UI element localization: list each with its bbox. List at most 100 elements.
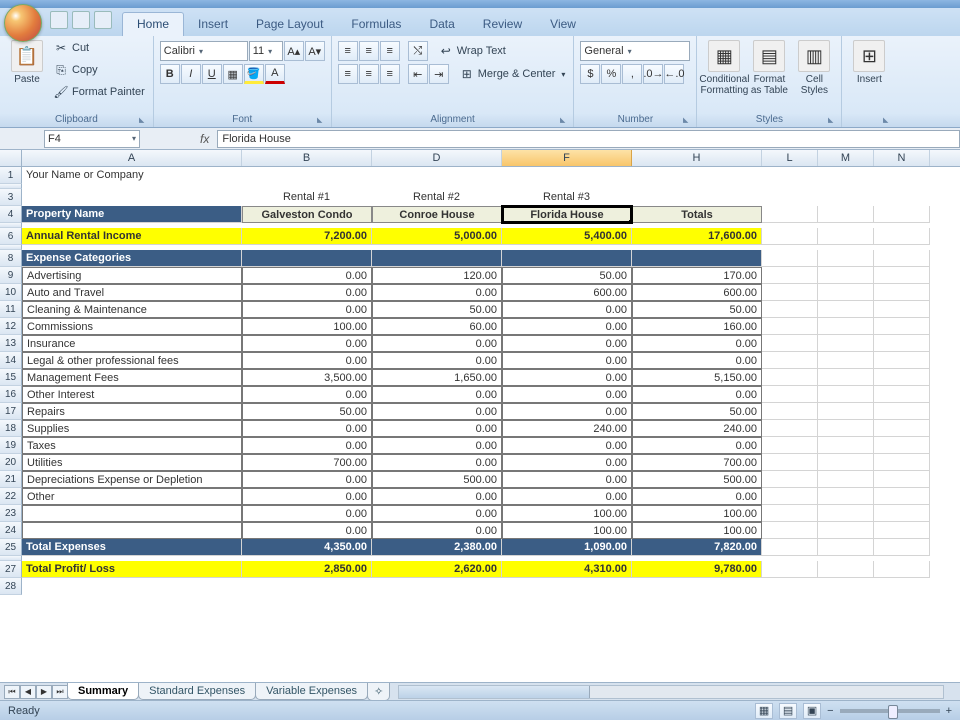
row-header[interactable]: 13 [0,335,22,352]
copy-button[interactable]: ⎘Copy [51,60,147,80]
cell[interactable]: 0.00 [242,284,372,301]
cell[interactable] [762,471,818,488]
cell[interactable]: 4,310.00 [502,561,632,578]
cell[interactable]: 5,400.00 [502,228,632,245]
property-name-header[interactable]: Property Name [22,206,242,223]
sheet-tab-summary[interactable]: Summary [67,683,139,700]
row-header[interactable]: 16 [0,386,22,403]
row-header[interactable]: 17 [0,403,22,420]
cell[interactable]: 17,600.00 [632,228,762,245]
align-center-button[interactable]: ≡ [359,64,379,84]
cell[interactable]: 500.00 [632,471,762,488]
row-header[interactable]: 15 [0,369,22,386]
merge-center-button[interactable]: ⊞Merge & Center▾ [457,64,568,84]
cell[interactable] [874,369,930,386]
tab-page-layout[interactable]: Page Layout [242,13,337,36]
col-header-b[interactable]: B [242,150,372,166]
row-header[interactable]: 1 [0,167,22,184]
cell[interactable] [762,318,818,335]
row-header[interactable]: 20 [0,454,22,471]
cell[interactable]: 0.00 [242,352,372,369]
cell[interactable] [242,167,372,184]
cell[interactable] [372,167,502,184]
cell[interactable] [818,228,874,245]
font-size-combo[interactable]: 11 [249,41,283,61]
row-header[interactable]: 22 [0,488,22,505]
cell[interactable]: 2,380.00 [372,539,502,556]
cell[interactable]: 0.00 [242,335,372,352]
cell[interactable]: 60.00 [372,318,502,335]
expense-row-label[interactable]: Commissions [22,318,242,335]
cell[interactable]: 3,500.00 [242,369,372,386]
cell[interactable] [874,488,930,505]
cell[interactable]: 50.00 [372,301,502,318]
cell[interactable] [762,578,818,595]
property-3[interactable]: Florida House [502,206,632,223]
cell[interactable]: 0.00 [502,454,632,471]
cell[interactable] [818,403,874,420]
expense-row-label[interactable]: Depreciations Expense or Depletion [22,471,242,488]
cell[interactable] [818,578,874,595]
cell[interactable] [818,335,874,352]
select-all-corner[interactable] [0,150,22,166]
cell[interactable]: 170.00 [632,267,762,284]
sheet-nav-prev[interactable]: ◀ [20,685,36,699]
cell[interactable] [818,420,874,437]
cell[interactable]: 0.00 [372,284,502,301]
underline-button[interactable]: U [202,64,222,84]
name-box[interactable]: F4 [44,130,140,148]
indent-increase-button[interactable]: ⇥ [429,64,449,84]
cell[interactable] [874,167,930,184]
cell[interactable]: 600.00 [632,284,762,301]
cell[interactable] [874,386,930,403]
cell[interactable]: 0.00 [242,267,372,284]
cell[interactable] [874,561,930,578]
cell[interactable] [818,189,874,206]
cell[interactable] [242,250,372,267]
align-right-button[interactable]: ≡ [380,64,400,84]
cell[interactable] [874,471,930,488]
cell[interactable]: 0.00 [502,369,632,386]
cell[interactable] [874,206,930,223]
row-header[interactable]: 8 [0,250,22,267]
cell[interactable] [762,228,818,245]
cell[interactable]: 0.00 [502,386,632,403]
rental-2-label[interactable]: Rental #2 [372,189,502,206]
expense-row-label[interactable]: Management Fees [22,369,242,386]
cell[interactable]: 0.00 [372,352,502,369]
cell[interactable] [502,167,632,184]
cell[interactable] [372,578,502,595]
border-button[interactable]: ▦ [223,64,243,84]
cell[interactable]: 0.00 [372,454,502,471]
cell[interactable] [762,250,818,267]
expense-row-label[interactable]: Other [22,488,242,505]
fx-icon[interactable]: fx [200,132,209,146]
align-middle-button[interactable]: ≡ [359,41,379,61]
cell[interactable]: 0.00 [372,335,502,352]
format-as-table-button[interactable]: ▤Format as Table [748,38,790,96]
cell[interactable] [762,505,818,522]
expense-row-label[interactable]: Legal & other professional fees [22,352,242,369]
insert-cells-button[interactable]: ⊞Insert [848,38,890,85]
cell[interactable] [818,352,874,369]
zoom-out-button[interactable]: − [827,705,833,717]
cell[interactable]: 0.00 [242,437,372,454]
italic-button[interactable]: I [181,64,201,84]
cell[interactable]: 0.00 [372,488,502,505]
cell[interactable] [632,189,762,206]
cell[interactable] [874,578,930,595]
cell[interactable] [874,454,930,471]
cell[interactable] [632,167,762,184]
cell[interactable]: 50.00 [632,403,762,420]
align-bottom-button[interactable]: ≡ [380,41,400,61]
expense-row-label[interactable]: Repairs [22,403,242,420]
cell[interactable]: 0.00 [372,522,502,539]
cell-styles-button[interactable]: ▥Cell Styles [793,38,835,96]
tab-view[interactable]: View [536,13,590,36]
row-header[interactable]: 10 [0,284,22,301]
align-top-button[interactable]: ≡ [338,41,358,61]
tab-review[interactable]: Review [469,13,536,36]
cell[interactable] [874,352,930,369]
cell[interactable] [874,228,930,245]
cell[interactable]: 0.00 [502,352,632,369]
